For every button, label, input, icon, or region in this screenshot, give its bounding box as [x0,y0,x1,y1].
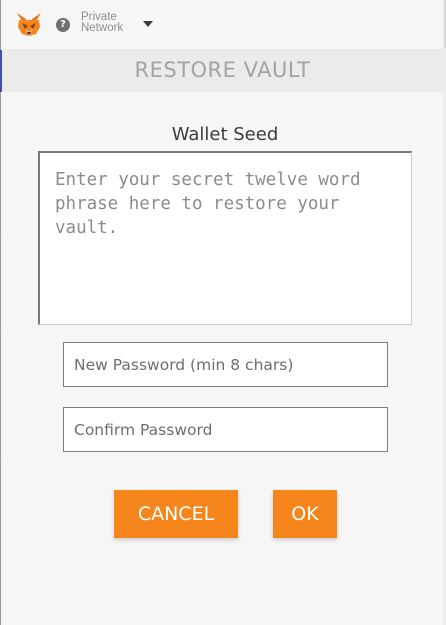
question-mark-icon[interactable]: ? [56,18,70,32]
page-title: RESTORE VAULT [134,58,311,82]
restore-vault-screen: { "header": { "logo_icon": "metamask-fox… [0,0,446,625]
chevron-down-icon[interactable] [143,21,153,27]
network-selector[interactable]: Private Network [81,11,141,34]
title-bar: RESTORE VAULT [2,49,443,92]
edge-tick [0,238,2,239]
new-password-input[interactable] [63,342,388,387]
edge-tick [0,333,2,334]
ok-button[interactable]: OK [273,490,337,538]
edge-tick [0,457,2,458]
confirm-password-input[interactable] [63,407,388,452]
network-label-line2: Network [81,22,124,34]
app-header: ? Private Network [2,0,443,48]
left-border [0,0,1,625]
wallet-seed-textarea[interactable] [38,151,412,325]
wallet-seed-label: Wallet Seed [171,124,279,145]
cancel-button[interactable]: CANCEL [114,490,238,538]
metamask-fox-icon[interactable] [16,11,42,37]
